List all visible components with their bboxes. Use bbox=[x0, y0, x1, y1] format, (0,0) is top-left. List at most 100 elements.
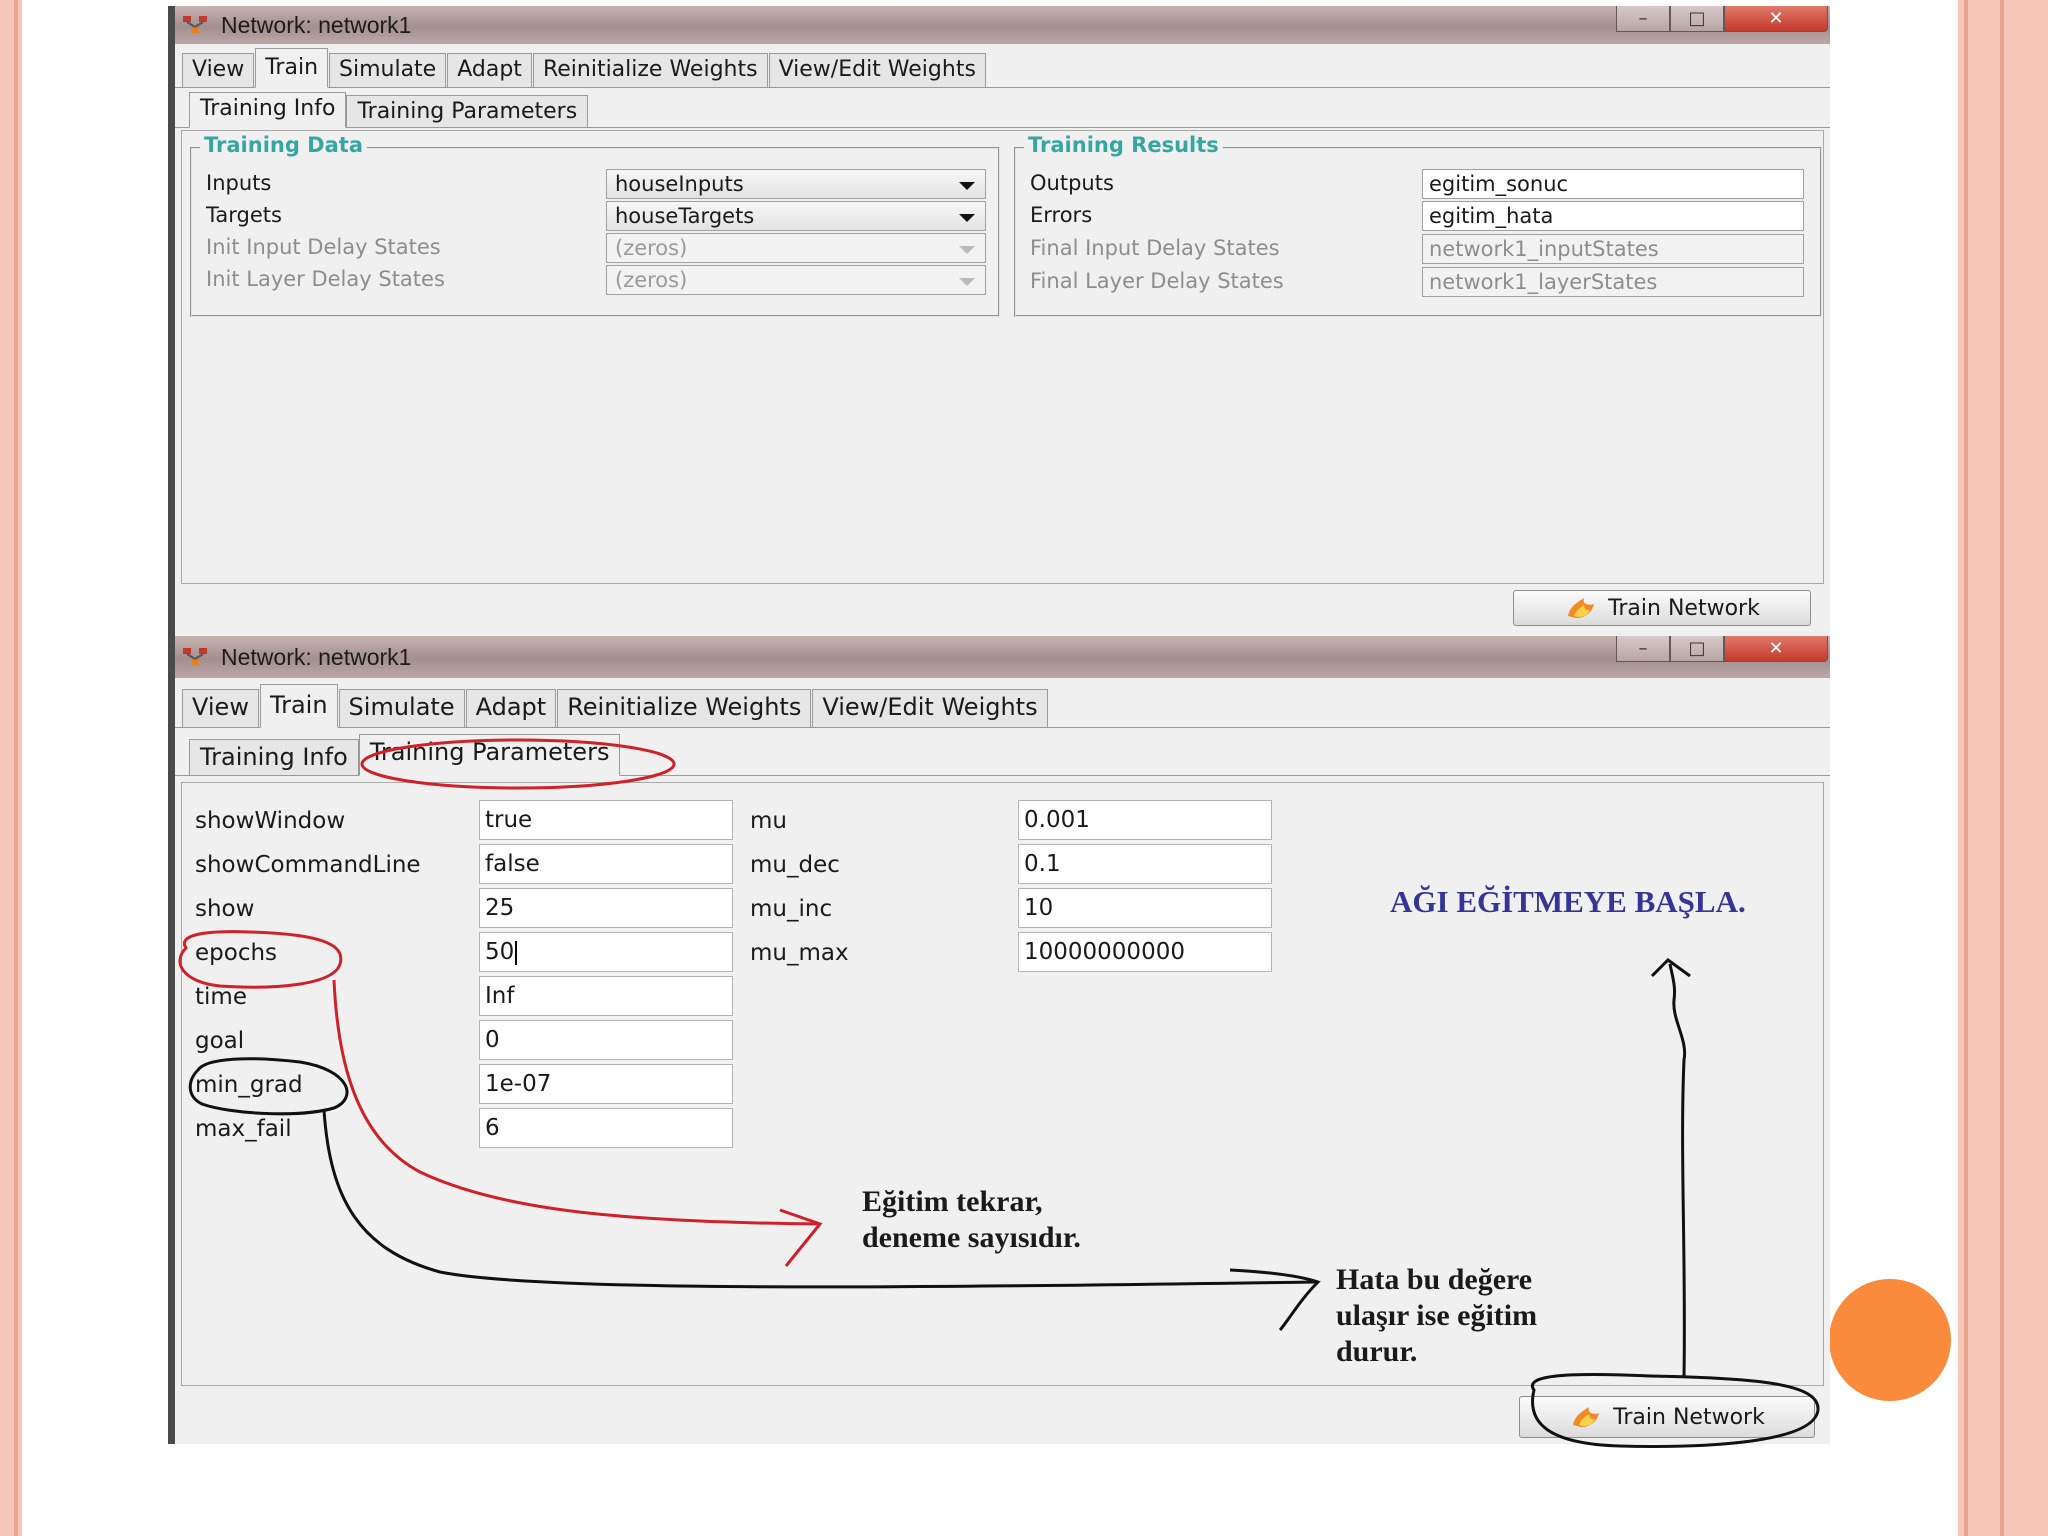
field-row: Init Layer Delay States (zeros) bbox=[206, 265, 988, 295]
field-label: Inputs bbox=[206, 171, 272, 195]
network-window-training-parameters: Network: network1 – □ ✕ View Train Simul… bbox=[168, 636, 1830, 1444]
app-network-icon bbox=[183, 648, 207, 665]
tab-train[interactable]: Train bbox=[255, 48, 329, 88]
window-title: Network: network1 bbox=[221, 643, 412, 670]
slide-left-stripe-edge bbox=[14, 0, 18, 1536]
field-label: Init Layer Delay States bbox=[206, 267, 445, 291]
maximize-icon[interactable]: □ bbox=[1670, 636, 1724, 662]
window-title: Network: network1 bbox=[221, 11, 412, 38]
field-row: Outputs egitim_sonuc bbox=[1030, 169, 1810, 199]
tab-adapt[interactable]: Adapt bbox=[465, 689, 557, 727]
train-network-label: Train Network bbox=[1613, 1404, 1765, 1430]
minimize-icon[interactable]: – bbox=[1616, 6, 1670, 32]
tab-simulate[interactable]: Simulate bbox=[338, 689, 465, 727]
param-label-mu-max: mu_max bbox=[750, 940, 849, 966]
param-label-mu-inc: mu_inc bbox=[750, 896, 833, 922]
init-input-delay-select: (zeros) bbox=[606, 233, 986, 263]
param-label-epochs: epochs bbox=[195, 940, 278, 966]
param-label-mu: mu bbox=[750, 808, 787, 834]
field-row: Final Input Delay States network1_inputS… bbox=[1030, 234, 1810, 264]
slide-right-stripe bbox=[1958, 0, 2048, 1536]
tab-simulate[interactable]: Simulate bbox=[329, 53, 447, 87]
epochs-note: Eğitim tekrar, deneme sayısıdır. bbox=[862, 1184, 1081, 1256]
flame-icon bbox=[1573, 1407, 1600, 1427]
field-label: Errors bbox=[1030, 203, 1093, 227]
tab-reinitialize-weights[interactable]: Reinitialize Weights bbox=[557, 689, 812, 727]
param-label-showcommandline: showCommandLine bbox=[195, 852, 421, 878]
showcommandline-input[interactable]: false bbox=[479, 844, 733, 884]
mu-dec-input[interactable]: 0.1 bbox=[1018, 844, 1272, 884]
final-input-delay-field: network1_inputStates bbox=[1422, 234, 1804, 264]
sub-tabs: Training Info Training Parameters bbox=[175, 728, 1830, 776]
epochs-note-line: Eğitim tekrar, bbox=[862, 1185, 1043, 1218]
main-tabs: View Train Simulate Adapt Reinitialize W… bbox=[175, 44, 1830, 88]
min-grad-note: Hata bu değere ulaşır ise eğitim durur. bbox=[1336, 1262, 1537, 1370]
training-parameters-panel bbox=[181, 782, 1824, 1386]
text-caret bbox=[515, 940, 518, 965]
field-row: Final Layer Delay States network1_layerS… bbox=[1030, 267, 1810, 297]
tab-reinitialize-weights[interactable]: Reinitialize Weights bbox=[532, 53, 768, 87]
min-grad-input[interactable]: 1e-07 bbox=[479, 1064, 733, 1104]
field-row: Errors egitim_hata bbox=[1030, 201, 1810, 231]
orange-decoration-dot bbox=[1829, 1279, 1951, 1401]
init-layer-delay-value: (zeros) bbox=[615, 268, 688, 292]
epochs-input[interactable]: 50 bbox=[479, 932, 733, 972]
subtab-training-parameters[interactable]: Training Parameters bbox=[358, 734, 621, 776]
start-training-note: AĞI EĞİTMEYE BAŞLA. bbox=[1390, 884, 1746, 919]
field-label: Final Layer Delay States bbox=[1030, 269, 1284, 293]
param-label-mu-dec: mu_dec bbox=[750, 852, 840, 878]
close-icon[interactable]: ✕ bbox=[1724, 636, 1828, 662]
max-fail-input[interactable]: 6 bbox=[479, 1108, 733, 1148]
chevron-down-icon bbox=[959, 278, 975, 286]
field-label: Outputs bbox=[1030, 171, 1114, 195]
tab-view[interactable]: View bbox=[182, 689, 259, 727]
mu-input[interactable]: 0.001 bbox=[1018, 800, 1272, 840]
inputs-select[interactable]: houseInputs bbox=[606, 169, 986, 199]
targets-select[interactable]: houseTargets bbox=[606, 201, 986, 231]
tab-adapt[interactable]: Adapt bbox=[447, 53, 532, 87]
field-row: Inputs houseInputs bbox=[206, 169, 988, 199]
epochs-note-line: deneme sayısıdır. bbox=[862, 1221, 1081, 1254]
tab-view-edit-weights[interactable]: View/Edit Weights bbox=[812, 689, 1048, 727]
final-layer-delay-field: network1_layerStates bbox=[1422, 267, 1804, 297]
tab-train[interactable]: Train bbox=[259, 684, 338, 728]
close-icon[interactable]: ✕ bbox=[1724, 6, 1828, 32]
mu-inc-input[interactable]: 10 bbox=[1018, 888, 1272, 928]
training-results-group: Training Results Outputs egitim_sonuc Er… bbox=[1014, 133, 1822, 317]
maximize-icon[interactable]: □ bbox=[1670, 6, 1724, 32]
title-bar[interactable]: Network: network1 – □ ✕ bbox=[175, 6, 1830, 44]
show-input[interactable]: 25 bbox=[479, 888, 733, 928]
app-network-icon bbox=[183, 16, 207, 33]
stripe-line bbox=[2000, 0, 2004, 1536]
network-window-training-info: Network: network1 – □ ✕ View Train Simul… bbox=[168, 6, 1830, 636]
init-input-delay-value: (zeros) bbox=[615, 236, 688, 260]
train-network-button[interactable]: Train Network bbox=[1519, 1396, 1815, 1438]
inputs-value: houseInputs bbox=[615, 172, 744, 196]
param-label-showwindow: showWindow bbox=[195, 808, 346, 834]
title-bar[interactable]: Network: network1 – □ ✕ bbox=[175, 636, 1830, 678]
train-network-button[interactable]: Train Network bbox=[1513, 590, 1811, 626]
window-controls: – □ ✕ bbox=[1616, 6, 1828, 32]
training-data-group: Training Data Inputs houseInputs Targets… bbox=[190, 133, 1000, 317]
minimize-icon[interactable]: – bbox=[1616, 636, 1670, 662]
training-info-panel: Training Data Inputs houseInputs Targets… bbox=[181, 130, 1824, 584]
subtab-training-info[interactable]: Training Info bbox=[189, 92, 347, 128]
time-input[interactable]: Inf bbox=[479, 976, 733, 1016]
min-grad-note-line: Hata bu değere bbox=[1336, 1263, 1533, 1296]
errors-field[interactable]: egitim_hata bbox=[1422, 201, 1804, 231]
training-results-title: Training Results bbox=[1024, 133, 1223, 157]
chevron-down-icon bbox=[959, 182, 975, 190]
subtab-training-parameters[interactable]: Training Parameters bbox=[346, 95, 589, 127]
subtab-training-info[interactable]: Training Info bbox=[189, 739, 359, 775]
showwindow-input[interactable]: true bbox=[479, 800, 733, 840]
tab-view-edit-weights[interactable]: View/Edit Weights bbox=[768, 53, 986, 87]
goal-input[interactable]: 0 bbox=[479, 1020, 733, 1060]
train-network-label: Train Network bbox=[1608, 595, 1760, 621]
init-layer-delay-select: (zeros) bbox=[606, 265, 986, 295]
chevron-down-icon bbox=[959, 214, 975, 222]
flame-icon bbox=[1568, 598, 1595, 618]
mu-max-input[interactable]: 10000000000 bbox=[1018, 932, 1272, 972]
min-grad-note-line: ulaşır ise eğitim bbox=[1336, 1299, 1538, 1332]
outputs-field[interactable]: egitim_sonuc bbox=[1422, 169, 1804, 199]
tab-view[interactable]: View bbox=[182, 53, 255, 87]
